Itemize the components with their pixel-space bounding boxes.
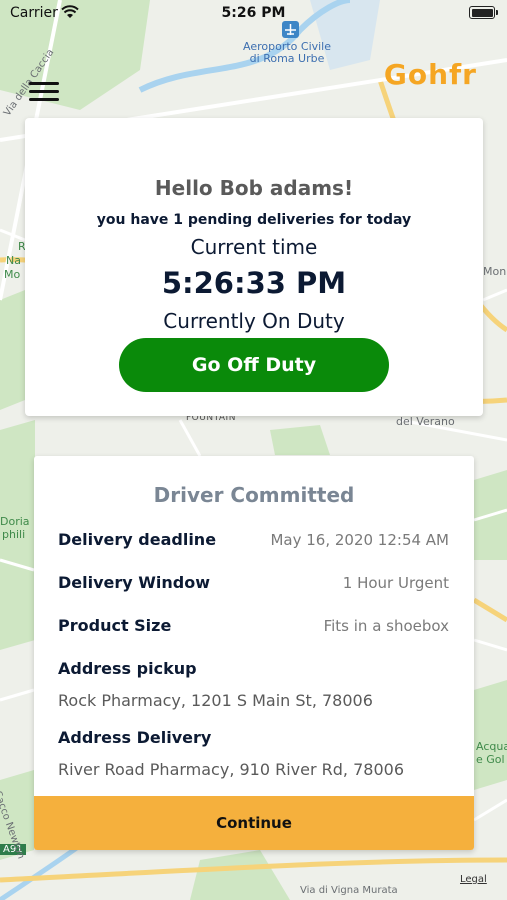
- map-label-na: Na: [6, 254, 21, 267]
- greeting-title: Hello Bob adams!: [154, 176, 354, 200]
- duty-status: Currently On Duty: [163, 309, 345, 333]
- delivery-deadline-value: May 16, 2020 12:54 AM: [270, 531, 449, 549]
- delivery-deadline-label: Delivery deadline: [58, 530, 217, 549]
- map-label-airport: Aeroporto Civile di Roma Urbe: [243, 40, 332, 65]
- map-label-via-di-vigna-murata: Via di Vigna Murata: [300, 885, 398, 896]
- map-label-mo: Mo: [4, 268, 21, 281]
- delivery-window-value: 1 Hour Urgent: [342, 574, 449, 592]
- address-pickup-label: Address pickup: [58, 659, 197, 678]
- delivery-card: Driver Committed Delivery deadline May 1…: [34, 456, 474, 850]
- go-off-duty-button[interactable]: Go Off Duty: [119, 338, 389, 392]
- hamburger-menu-icon[interactable]: [29, 82, 59, 104]
- current-time-value: 5:26:33 PM: [161, 266, 347, 300]
- address-delivery-value: River Road Pharmacy, 910 River Rd, 78006: [58, 760, 404, 779]
- current-time-label: Current time: [190, 235, 318, 259]
- delivery-window-label: Delivery Window: [58, 573, 211, 592]
- delivery-status-title: Driver Committed: [153, 483, 355, 507]
- product-size-label: Product Size: [58, 616, 172, 635]
- status-bar: Carrier 5:26 PM: [0, 0, 507, 28]
- map-label-doria: Doria: [0, 515, 30, 528]
- pending-deliveries-text: you have 1 pending deliveries for today: [96, 212, 412, 228]
- battery-icon: [469, 6, 498, 19]
- brand-logo: Gohfr: [383, 58, 477, 91]
- map-label-mon: Mon: [483, 265, 507, 278]
- map-label-phili: phili: [2, 528, 26, 541]
- map-legal-link[interactable]: Legal: [460, 874, 487, 885]
- map-label-acqua: Acqua: [476, 740, 507, 753]
- product-size-value: Fits in a shoebox: [323, 617, 449, 635]
- address-delivery-label: Address Delivery: [58, 728, 212, 747]
- map-label-del-verano: del Verano: [396, 415, 455, 428]
- greeting-card: Hello Bob adams! you have 1 pending deli…: [25, 118, 483, 416]
- continue-button[interactable]: Continue: [34, 796, 474, 850]
- map-label-gol: e Gol: [476, 753, 505, 766]
- status-time: 5:26 PM: [221, 5, 286, 21]
- address-pickup-value: Rock Pharmacy, 1201 S Main St, 78006: [58, 691, 373, 710]
